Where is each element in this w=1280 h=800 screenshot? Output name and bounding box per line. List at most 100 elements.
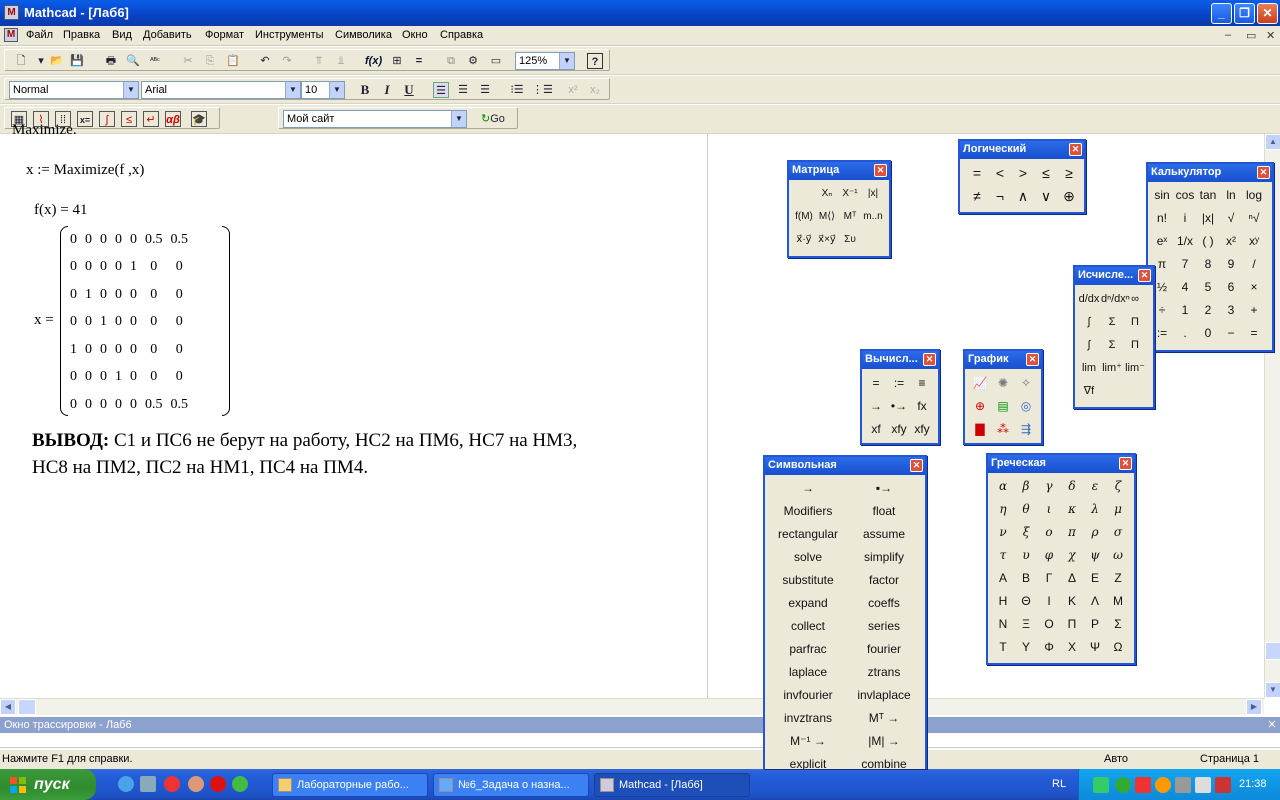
palette-button[interactable]: series — [845, 615, 923, 637]
palette-button[interactable]: Σ — [1101, 334, 1123, 356]
greek-letter-button[interactable]: Ψ — [1084, 636, 1106, 658]
programming-palette-icon[interactable]: ↵ — [143, 111, 159, 127]
close-icon[interactable]: ✕ — [1069, 143, 1082, 156]
align-left-icon[interactable]: ☰ — [433, 82, 449, 98]
palette-button[interactable]: i — [1174, 207, 1196, 229]
greek-letter-button[interactable]: ρ — [1084, 521, 1106, 543]
insert-component-icon[interactable]: ⧉ — [443, 53, 459, 69]
palette-button[interactable]: lim⁺ — [1101, 357, 1123, 379]
close-icon[interactable]: ✕ — [923, 353, 936, 366]
style-select[interactable]: Normal ▼ — [9, 81, 139, 99]
chevron-down-icon[interactable]: ▼ — [559, 53, 574, 69]
calculus-palette[interactable]: Исчисле... ✕ d/dx dⁿ/dxⁿ ∞ ∫ Σ Π ∫ Σ Πlim lim⁺ lim⁻… — [1073, 265, 1155, 409]
greek-letter-button[interactable]: Ζ — [1107, 567, 1129, 589]
save-icon[interactable]: 💾 — [69, 53, 85, 69]
tray-alert-icon[interactable] — [1215, 777, 1231, 793]
app-icon-1[interactable] — [164, 776, 180, 792]
greek-letter-button[interactable]: Μ — [1107, 590, 1129, 612]
palette-button[interactable]: 0 — [1197, 322, 1219, 344]
palette-button[interactable]: expand — [769, 592, 847, 614]
palette-button[interactable]: → — [865, 395, 887, 417]
scatter-plot-icon[interactable]: ⁂ — [992, 418, 1014, 440]
greek-letter-button[interactable]: λ — [1084, 498, 1106, 520]
palette-button[interactable]: ( ) — [1197, 230, 1219, 252]
calculate-icon[interactable]: = — [411, 53, 427, 69]
greek-letter-button[interactable]: Δ — [1061, 567, 1083, 589]
close-icon[interactable]: ✕ — [874, 164, 887, 177]
evaluation-palette-title[interactable]: Вычисл... ✕ — [862, 351, 938, 369]
palette-button[interactable]: •→ — [888, 395, 910, 417]
palette-button[interactable]: ∧ — [1012, 185, 1034, 207]
greek-letter-button[interactable]: Θ — [1015, 590, 1037, 612]
mathcad-icon[interactable]: M — [4, 5, 19, 20]
palette-button[interactable]: x⃗·y⃗ — [793, 229, 815, 251]
polar-plot-icon[interactable]: ✺ — [992, 372, 1014, 394]
palette-button[interactable]: ∫ — [1078, 334, 1100, 356]
vector-plot-icon[interactable]: ⇶ — [1015, 418, 1037, 440]
palette-button[interactable]: + — [1243, 299, 1265, 321]
palette-button[interactable]: dⁿ/dxⁿ — [1101, 288, 1130, 310]
redo-icon[interactable]: ↷ — [279, 53, 295, 69]
palette-button[interactable]: √ — [1220, 207, 1242, 229]
language-indicator[interactable]: RL — [1052, 778, 1066, 790]
palette-button[interactable] — [793, 183, 815, 205]
scroll-right-icon[interactable]: ▶ — [1246, 699, 1262, 715]
print-preview-icon[interactable]: 🔍 — [125, 53, 141, 69]
greek-palette-title[interactable]: Греческая ✕ — [988, 455, 1134, 473]
task-mathcad[interactable]: Mathcad - [Лаб6] — [594, 773, 750, 797]
palette-button[interactable]: cos — [1174, 184, 1196, 206]
menu-tools[interactable]: Инструменты — [255, 29, 324, 41]
paste-icon[interactable]: 📋 — [225, 53, 241, 69]
palette-button[interactable]: → — [769, 477, 847, 499]
trace-window-body[interactable] — [0, 733, 1280, 748]
insert-function-icon[interactable]: f(x) — [365, 53, 382, 69]
palette-button[interactable]: = — [1243, 322, 1265, 344]
greek-letter-button[interactable]: ψ — [1084, 544, 1106, 566]
greek-letter-button[interactable]: Κ — [1061, 590, 1083, 612]
palette-button[interactable]: X⁻¹ — [839, 183, 861, 205]
greek-letter-button[interactable]: ε — [1084, 475, 1106, 497]
function-result[interactable]: f(x) = 41 — [34, 202, 87, 219]
greek-letter-button[interactable]: ν — [992, 521, 1014, 543]
palette-button[interactable]: ztrans — [845, 661, 923, 683]
palette-button[interactable]: 3 — [1220, 299, 1242, 321]
palette-button[interactable]: eˣ — [1151, 230, 1173, 252]
start-button[interactable]: пуск — [0, 769, 96, 800]
palette-button[interactable]: f(M) — [793, 206, 815, 228]
graph-palette-title[interactable]: График ✕ — [965, 351, 1041, 369]
bullets-icon[interactable]: ⁝☰ — [509, 82, 525, 98]
close-icon[interactable]: ✕ — [1257, 166, 1270, 179]
palette-button[interactable]: ∨ — [1035, 185, 1057, 207]
palette-button[interactable]: Mᵀ — [839, 206, 861, 228]
greek-letter-button[interactable]: ξ — [1015, 521, 1037, 543]
logic-palette-title[interactable]: Логический ✕ — [960, 141, 1084, 159]
greek-letter-button[interactable]: Α — [992, 567, 1014, 589]
palette-button[interactable]: sin — [1151, 184, 1173, 206]
trace-plot-icon[interactable]: ⊕ — [969, 395, 991, 417]
close-icon[interactable]: ✕ — [1119, 457, 1132, 470]
palette-button[interactable]: parfrac — [769, 638, 847, 660]
palette-button[interactable]: |x| — [862, 183, 884, 205]
greek-letter-button[interactable]: Φ — [1038, 636, 1060, 658]
doc-close-button[interactable]: ✕ — [1266, 29, 1275, 42]
palette-button[interactable]: float — [845, 500, 923, 522]
palette-button[interactable]: ¬ — [989, 185, 1011, 207]
symbolic-palette-icon[interactable]: 🎓 — [191, 111, 207, 127]
logic-palette[interactable]: Логический ✕ = < > ≤ ≥ ≠ ¬ ∧ ∨ ⊕ — [958, 139, 1086, 214]
calculator-palette[interactable]: Калькулятор ✕ sin cos tan ln log n! i |x| √ ⁿ√ eˣ 1/… — [1146, 162, 1274, 352]
palette-button[interactable]: 1/x — [1174, 230, 1196, 252]
go-button[interactable]: ↻Go — [481, 111, 515, 127]
assign-expression[interactable]: x := Maximize(f ,x) — [26, 162, 144, 179]
help-icon[interactable]: ? — [587, 53, 603, 69]
doc-minimize-button[interactable]: – — [1225, 29, 1231, 41]
symbolic-palette-title[interactable]: Символьная ✕ — [765, 457, 925, 475]
palette-button[interactable]: laplace — [769, 661, 847, 683]
palette-button[interactable]: log — [1243, 184, 1265, 206]
close-icon[interactable]: ✕ — [1026, 353, 1039, 366]
new-dropdown-icon[interactable]: ▾ — [33, 53, 49, 69]
greek-letter-button[interactable]: Β — [1015, 567, 1037, 589]
chevron-down-icon[interactable]: ▼ — [285, 82, 300, 98]
close-icon[interactable]: ✕ — [1138, 269, 1151, 282]
greek-letter-button[interactable]: κ — [1061, 498, 1083, 520]
palette-button[interactable]: explicit — [769, 753, 847, 769]
